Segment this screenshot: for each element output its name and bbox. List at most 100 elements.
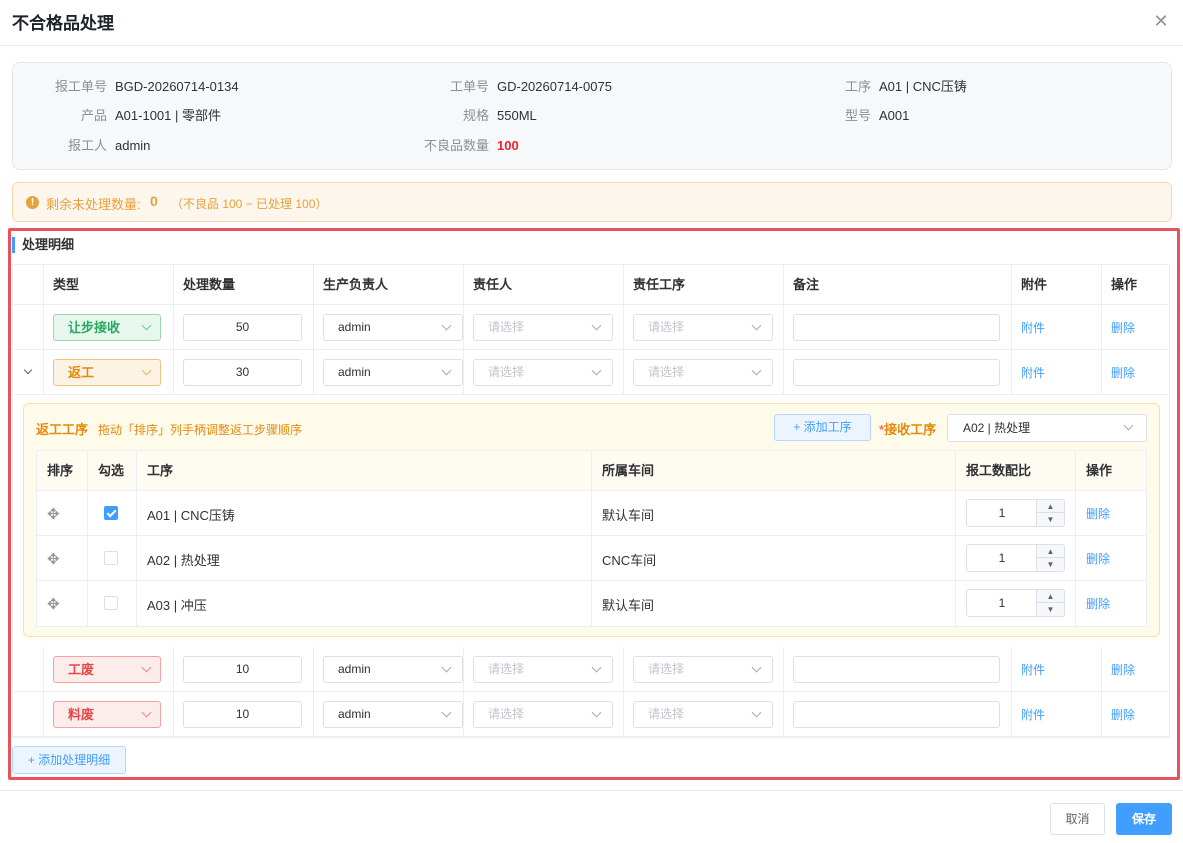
grid-line [173,265,174,395]
increment-icon[interactable]: ▲ [1037,590,1064,603]
row-checkbox[interactable] [104,506,118,520]
delete-link[interactable]: 删除 [1086,505,1110,522]
grid-line [623,647,624,737]
receive-process-select[interactable]: A02 | 热处理 [947,414,1147,442]
drag-handle-icon[interactable]: ✥ [47,505,60,523]
ratio-stepper[interactable]: 1 ▲ ▼ [966,589,1065,617]
responsible-select[interactable]: 请选择 [473,701,613,728]
drag-handle-icon[interactable]: ✥ [47,595,60,613]
work-order-label: 工单号 [449,79,489,94]
qty-input[interactable]: 30 [183,359,302,386]
workshop-name: 默认车间 [602,598,655,613]
table-row: 料废 10 admin 请选择 请选择 附件 删除 [13,692,1169,737]
attachment-link[interactable]: 附件 [1021,364,1045,381]
increment-icon[interactable]: ▲ [1037,500,1064,513]
add-process-button[interactable]: + 添加工序 [774,414,871,441]
ratio-stepper[interactable]: 1 ▲ ▼ [966,544,1065,572]
alert-remaining: 0 [150,193,158,209]
workshop-name: CNC车间 [602,553,657,568]
col-workshop: 所属车间 [602,463,655,478]
ratio-value[interactable]: 1 [967,545,1037,571]
process-name: A01 | CNC压铸 [147,508,235,523]
increment-icon[interactable]: ▲ [1037,545,1064,558]
defect-qty-label: 不良品数量 [423,138,489,153]
product-value: A01-1001 | 零部件 [115,108,221,123]
grid-line [783,647,784,737]
delete-link[interactable]: 删除 [1086,595,1110,612]
col-manager: 生产负责人 [323,277,389,292]
resp-process-select[interactable]: 请选择 [633,656,773,683]
col-process: 工序 [147,463,174,478]
manager-select[interactable]: admin [323,701,463,728]
type-select[interactable]: 工废 [53,656,161,683]
save-button[interactable]: 保存 [1116,803,1172,835]
grid-line [43,265,44,395]
close-icon[interactable]: ✕ [1153,12,1169,30]
reporter-value: admin [115,138,151,153]
manager-select[interactable]: admin [323,359,463,386]
remark-input[interactable] [793,701,1000,728]
type-select[interactable]: 让步接收 [53,314,161,341]
resp-process-select[interactable]: 请选择 [633,359,773,386]
report-info-card: 报工单号 BGD-20260714-0134 工单号 GD-20260714-007… [12,62,1172,170]
workshop-name: 默认车间 [602,508,655,523]
row-checkbox[interactable] [104,596,118,610]
rework-title: 返工工序 [36,422,89,437]
table-row: 让步接收 50 admin 请选择 请选择 附件 删除 [13,305,1169,350]
col-resp-process: 责任工序 [633,277,686,292]
section-title: 处理明细 [12,237,74,253]
remark-input[interactable] [793,656,1000,683]
qty-input[interactable]: 10 [183,656,302,683]
col-sort: 排序 [47,463,74,478]
delete-link[interactable]: 删除 [1111,661,1135,678]
responsible-select[interactable]: 请选择 [473,656,613,683]
drag-handle-icon[interactable]: ✥ [47,550,60,568]
attachment-link[interactable]: 附件 [1021,661,1045,678]
qty-input[interactable]: 10 [183,701,302,728]
resp-process-select[interactable]: 请选择 [633,701,773,728]
responsible-select[interactable]: 请选择 [473,359,613,386]
process-name: A02 | 热处理 [147,553,220,568]
grid-line [1075,451,1076,626]
grid-line [1011,265,1012,395]
expand-chevron-icon[interactable] [23,365,33,375]
type-select[interactable]: 料废 [53,701,161,728]
qty-input[interactable]: 50 [183,314,302,341]
reporter-label: 报工人 [67,138,107,153]
delete-link[interactable]: 删除 [1111,364,1135,381]
attachment-link[interactable]: 附件 [1021,706,1045,723]
cancel-button[interactable]: 取消 [1050,803,1105,835]
type-select[interactable]: 返工 [53,359,161,386]
manager-select[interactable]: admin [323,314,463,341]
ratio-stepper[interactable]: 1 ▲ ▼ [966,499,1065,527]
grid-line [136,451,137,626]
decrement-icon[interactable]: ▼ [1037,558,1064,571]
grid-line [313,265,314,395]
ratio-value[interactable]: 1 [967,500,1037,526]
manager-select[interactable]: admin [323,656,463,683]
grid-line [463,647,464,737]
delete-link[interactable]: 删除 [1086,550,1110,567]
row-checkbox[interactable] [104,551,118,565]
add-detail-button[interactable]: + 添加处理明细 [12,746,126,774]
dialog-header: 不合格品处理 ✕ [0,0,1183,46]
decrement-icon[interactable]: ▼ [1037,603,1064,616]
responsible-select[interactable]: 请选择 [473,314,613,341]
delete-link[interactable]: 删除 [1111,706,1135,723]
rework-panel: 返工工序 拖动「排序」列手柄调整返工步骤顺序 + 添加工序 *接收工序 A02 … [23,403,1160,637]
remark-input[interactable] [793,359,1000,386]
report-no-value: BGD-20260714-0134 [115,79,239,94]
decrement-icon[interactable]: ▼ [1037,513,1064,526]
resp-process-select[interactable]: 请选择 [633,314,773,341]
model-value: A001 [879,108,910,123]
delete-link[interactable]: 删除 [1111,319,1135,336]
dialog-footer: 取消 保存 [0,790,1183,843]
process-name: A03 | 冲压 [147,598,207,613]
grid-line [783,265,784,395]
col-responsible: 责任人 [473,277,513,292]
remark-input[interactable] [793,314,1000,341]
attachment-link[interactable]: 附件 [1021,319,1045,336]
grid-line [1101,647,1102,737]
ratio-value[interactable]: 1 [967,590,1037,616]
col-ratio: 报工数配比 [966,463,1032,478]
